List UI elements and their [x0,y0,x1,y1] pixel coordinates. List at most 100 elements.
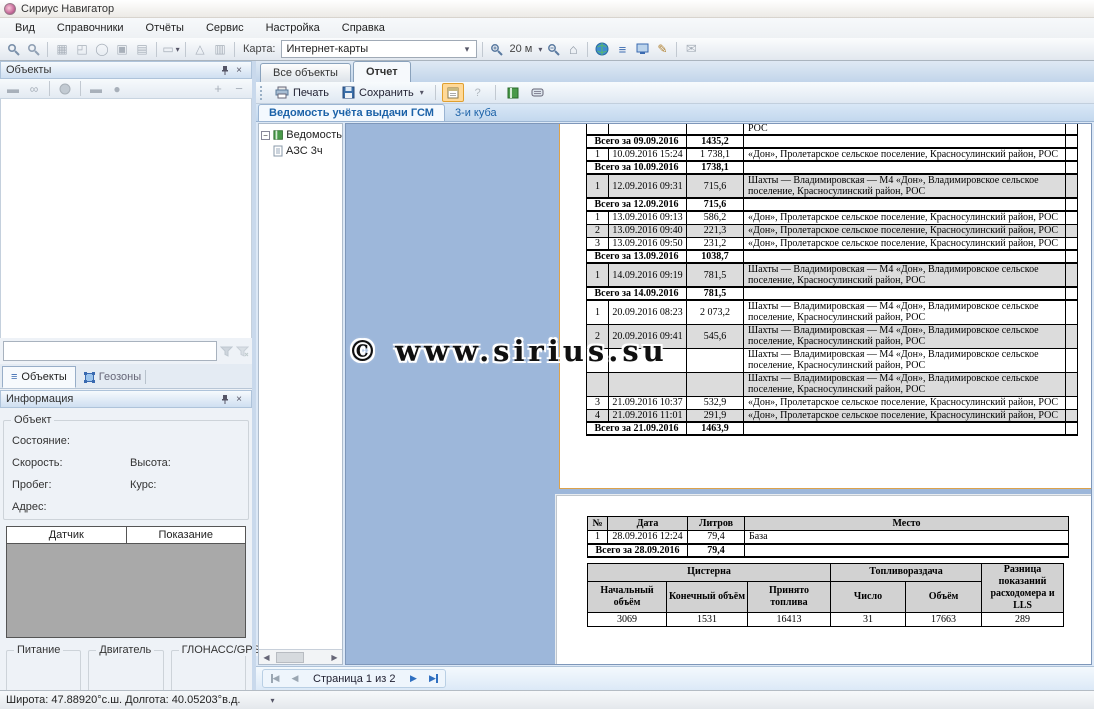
scroll-right-icon[interactable]: ▶ [327,650,342,664]
tab-objects[interactable]: ≡ Объекты [2,366,76,388]
scroll-left-icon[interactable]: ◀ [259,650,274,664]
table-row: РОС [587,123,1078,135]
tab-geozones[interactable]: Геозоны [76,366,154,388]
table-row: 1 13.09.2016 09:13 586,2 «Дон», Пролетар… [587,211,1078,224]
toolbar-separator [676,42,677,57]
info-panel-title: Информация [6,393,73,405]
menu-help[interactable]: Справка [331,19,396,37]
coordinates-text: Широта: 47.88920°с.ш. Долгота: 40.05203°… [6,694,240,706]
pager-controls: ◀ ◀ Страница 1 из 2 ▶ ▶ [262,669,446,688]
map-select[interactable]: Интернет-карты ▾ [281,40,477,58]
ruler-icon[interactable]: △ [191,40,209,58]
link-icon[interactable]: ∞ [25,80,43,98]
pin-icon[interactable] [218,63,232,77]
last-page-button[interactable]: ▶ [423,671,443,687]
menu-reports[interactable]: Отчёты [135,19,195,37]
message-icon[interactable]: ✉ [682,40,700,58]
geozone-icon [84,372,95,383]
tab-3i-kuba[interactable]: 3-и куба [445,104,507,121]
truck-icon[interactable]: ▬ [87,80,105,98]
monitoring-icon[interactable] [633,40,651,58]
next-page-button[interactable]: ▶ [403,671,423,687]
tree-item-azs[interactable]: АЗС 3ч [261,143,342,159]
menu-settings[interactable]: Настройка [255,19,331,37]
table-row: 1 10.09.2016 15:24 1 738,1 «Дон», Пролет… [587,148,1078,161]
filter-apply-icon[interactable] [220,346,233,357]
zoom-level[interactable]: 20 м [510,43,533,55]
menu-directories[interactable]: Справочники [46,19,135,37]
toolbar-separator [80,81,81,96]
status-bar: Широта: 47.88920°с.ш. Долгота: 40.05203°… [0,690,1094,709]
reading-col-header: Показание [127,527,246,543]
toolbar-separator [156,42,157,57]
map-tool-icon-1[interactable]: ▦ [53,40,71,58]
tab-report[interactable]: Отчет [353,61,411,82]
map-tool-icon-5[interactable]: ▤ [133,40,151,58]
stamp-icon[interactable]: ▥ [211,40,229,58]
page-icon [273,145,283,157]
globe-icon[interactable] [593,40,611,58]
zoom-in-icon[interactable] [488,40,506,58]
save-caret-icon[interactable]: ▾ [420,88,424,97]
report-page-1: РОС Всего за 09.09.2016 1435,2 1 10.09.2… [559,123,1092,489]
status-caret-icon[interactable]: ▾ [270,696,274,705]
object-list-icon[interactable]: ≡ [613,40,631,58]
main-tab-strip: Все объекты Отчет [256,61,1094,82]
height-label: Высота: [130,457,171,469]
export-button[interactable] [527,83,549,102]
track-icon[interactable] [4,40,22,58]
object-groupbox: Объект Состояние: Скорость: Высота: Проб… [3,420,249,520]
zoom-caret-icon[interactable]: ▾ [538,45,542,54]
scroll-thumb[interactable] [276,652,304,663]
pager-bar: ◀ ◀ Страница 1 из 2 ▶ ▶ [256,666,1094,690]
tree-expander-icon[interactable]: − [261,131,270,140]
filter-clear-icon[interactable] [236,346,249,357]
prev-page-button[interactable]: ◀ [285,671,305,687]
map-tool-icon-4[interactable]: ▣ [113,40,131,58]
toggle-parameters-button[interactable] [442,83,464,102]
table-row: Шахты — Владимировская — М4 «Дон», Влади… [587,372,1078,396]
globe-gray-icon[interactable] [56,80,74,98]
toolbar-separator [185,42,186,57]
save-button[interactable]: Сохранить ▾ [337,83,429,102]
expand-all-icon[interactable]: + [209,80,227,98]
report-toolbar: Печать Сохранить ▾ ? [256,82,1094,104]
first-page-button[interactable]: ◀ [265,671,285,687]
table-row: Всего за 14.09.2016 781,5 [587,287,1078,300]
base-issue-table: № Дата Литров Место 1 28.09.2016 12:24 7… [587,516,1069,558]
right-pane: Все объекты Отчет Печать Сохранить ▾ ? В… [256,61,1094,690]
map-tool-icon-2[interactable]: ◰ [73,40,91,58]
app-icon [4,3,16,15]
zoom-out-icon[interactable] [544,40,562,58]
objects-panel-header: Объекты × [0,61,252,79]
tree-item-vedomost[interactable]: − Ведомость [261,127,342,143]
layers-icon[interactable]: ▭▾ [162,40,180,58]
menu-service[interactable]: Сервис [195,19,255,37]
objects-list[interactable] [0,99,252,338]
help-button[interactable]: ? [467,83,489,102]
notepad-icon[interactable]: ✎ [653,40,671,58]
close-icon[interactable]: × [232,63,246,77]
book-icon [507,87,519,99]
table-header-row: № Дата Литров Место [588,517,1069,531]
tab-vedomost[interactable]: Ведомость учёта выдачи ГСМ [258,104,445,121]
sphere-icon[interactable]: ● [108,80,126,98]
collapse-all-icon[interactable]: − [230,80,248,98]
toolbar-grip[interactable] [260,86,264,100]
pin-icon[interactable] [218,392,232,406]
vehicle-group-icon[interactable]: ▬ [4,80,22,98]
close-icon[interactable]: × [232,392,246,406]
menu-view[interactable]: Вид [4,19,46,37]
table-row: Всего за 10.09.2016 1738,1 [587,161,1078,174]
report-view-button[interactable] [502,83,524,102]
object-group-title: Объект [11,414,54,426]
print-button[interactable]: Печать [270,83,334,102]
search-icon[interactable] [24,40,42,58]
tab-all-objects[interactable]: Все объекты [260,63,351,82]
chevron-down-icon[interactable]: ▾ [461,42,474,56]
map-tool-icon-3[interactable]: ◯ [93,40,111,58]
tree-hscrollbar[interactable]: ◀ ▶ [259,649,342,664]
home-icon[interactable]: ⌂ [564,40,582,58]
course-label: Курс: [130,479,156,491]
filter-input[interactable] [3,341,217,361]
